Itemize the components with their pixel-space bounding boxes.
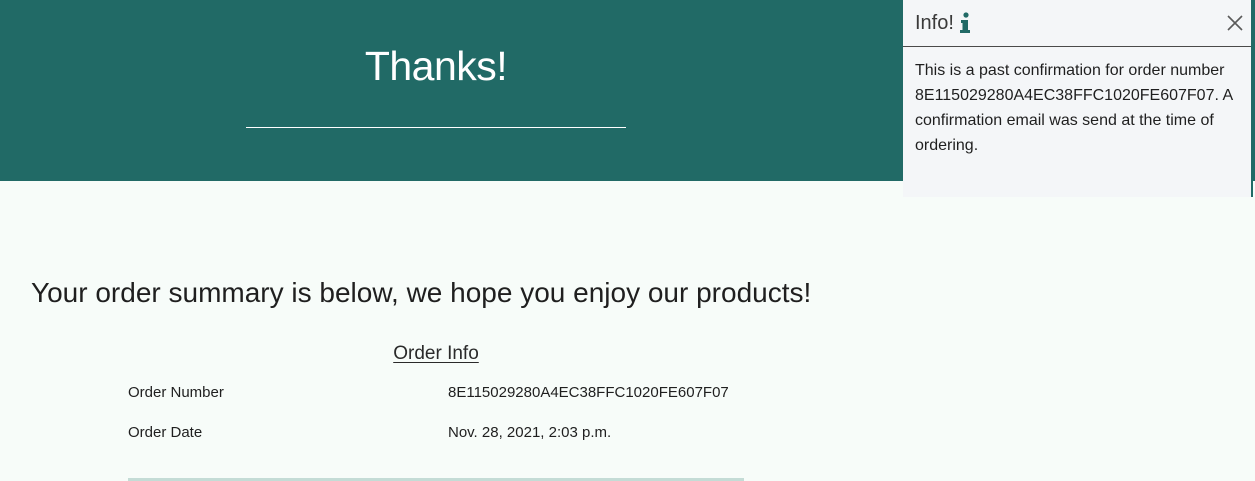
order-date-row: Order Date Nov. 28, 2021, 2:03 p.m. — [128, 421, 748, 445]
close-icon — [1227, 15, 1243, 31]
order-summary-heading: Your order summary is below, we hope you… — [31, 277, 812, 308]
toast-title: Info! — [915, 12, 954, 34]
order-number-value: 8E115029280A4EC38FFC1020FE607F07 — [448, 384, 729, 401]
order-date-value: Nov. 28, 2021, 2:03 p.m. — [448, 424, 612, 441]
toast-message: This is a past confirmation for order nu… — [915, 62, 1233, 154]
toast-header: Info! — [903, 0, 1251, 47]
page-title: Thanks! — [364, 43, 508, 89]
order-date-label: Order Date — [128, 424, 203, 441]
page: Thanks! Your order summary is below, we … — [0, 0, 1255, 481]
order-number-label: Order Number — [128, 384, 224, 401]
title-divider — [246, 127, 626, 128]
order-number-row: Order Number 8E115029280A4EC38FFC1020FE6… — [128, 381, 748, 405]
close-toast-button[interactable] — [1225, 13, 1245, 33]
info-icon — [959, 12, 971, 34]
order-info-title: Order Info — [393, 343, 479, 364]
info-toast: Info! This is a past confirmation for or… — [903, 0, 1253, 197]
